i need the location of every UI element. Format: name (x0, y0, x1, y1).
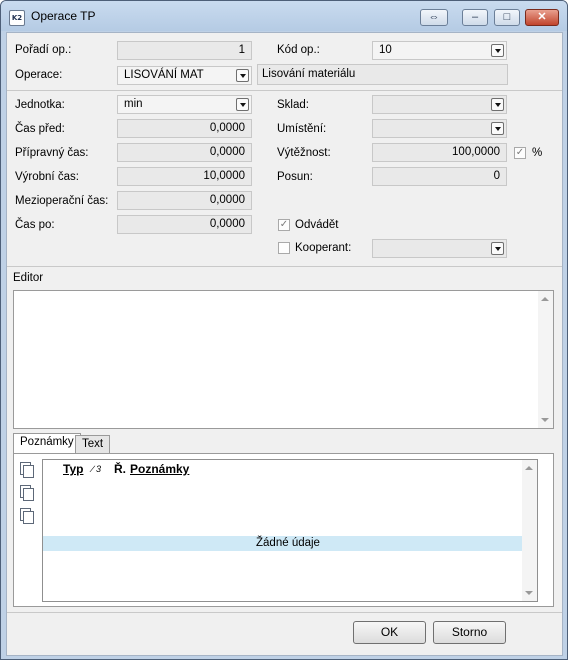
chevron-down-icon[interactable] (236, 98, 249, 111)
umisteni-label: Umístění: (277, 123, 327, 135)
close-button[interactable]: ✕ (525, 9, 559, 26)
window-title: Operace TP (31, 9, 96, 23)
vyrobni-label: Výrobní čas: (15, 171, 79, 183)
posun-label: Posun: (277, 171, 313, 183)
operace-label: Operace: (15, 69, 63, 81)
grid-scrollbar[interactable] (522, 460, 537, 601)
percent-label: % (532, 147, 543, 159)
empty-message: Žádné údaje (43, 536, 533, 551)
minimize-button[interactable]: – (462, 9, 488, 26)
sort-indicator: ∕ 3 (92, 464, 102, 474)
chevron-down-icon[interactable] (491, 44, 504, 57)
divider (7, 612, 562, 613)
sklad-select[interactable] (372, 95, 507, 114)
column-poznamky[interactable]: Poznámky (130, 462, 189, 476)
tab-text[interactable]: Text (75, 435, 111, 454)
column-typ[interactable]: Typ (63, 462, 83, 476)
vyrobni-field[interactable]: 10,0000 (117, 167, 252, 186)
editor-label: Editor (13, 272, 44, 284)
grid-header: Typ ∕ 3 Ř. Poznámky (43, 460, 524, 480)
scroll-down-icon[interactable] (541, 418, 549, 422)
operace-description: Lisování materiálu (257, 64, 508, 85)
kod-select[interactable]: 10 (372, 41, 507, 60)
editor-scrollbar[interactable] (538, 291, 553, 428)
poradi-field[interactable]: 1 (117, 41, 252, 60)
title-bar[interactable]: K2 Operace TP ⇔ – □ ✕ (1, 1, 567, 31)
editor-textarea[interactable] (13, 290, 554, 429)
chevron-down-icon[interactable] (236, 69, 249, 82)
percent-checkbox[interactable]: ✓ (514, 147, 526, 159)
restore-size-button[interactable]: ⇔ (420, 9, 448, 26)
chevron-down-icon[interactable] (491, 98, 504, 111)
maximize-button[interactable]: □ (494, 9, 520, 26)
cas-pred-label: Čas před: (15, 123, 65, 135)
operace-value: LISOVÁNÍ MAT (124, 69, 204, 81)
dialog-body: Pořadí op.: 1 Kód op.: 10 Operace: LISOV… (6, 32, 563, 656)
kod-value: 10 (379, 44, 392, 56)
posun-field[interactable]: 0 (372, 167, 507, 186)
divider (7, 90, 562, 91)
mezioperacni-field[interactable]: 0,0000 (117, 191, 252, 210)
umisteni-select[interactable] (372, 119, 507, 138)
kod-label: Kód op.: (277, 44, 320, 56)
jednotka-select[interactable]: min (117, 95, 252, 114)
dialog-window: K2 Operace TP ⇔ – □ ✕ Pořadí op.: 1 Kód … (0, 0, 568, 660)
cancel-button[interactable]: Storno (433, 621, 506, 644)
pripravny-field[interactable]: 0,0000 (117, 143, 252, 162)
new-note-icon[interactable] (20, 462, 34, 478)
tab-poznamky[interactable]: Poznámky (13, 433, 81, 454)
kooperant-checkbox[interactable] (278, 242, 290, 254)
mezioperacni-label: Mezioperační čas: (15, 195, 109, 207)
column-radek[interactable]: Ř. (114, 462, 126, 476)
jednotka-label: Jednotka: (15, 99, 65, 111)
scroll-down-icon[interactable] (525, 591, 533, 595)
kooperant-label: Kooperant: (295, 242, 352, 254)
chevron-down-icon[interactable] (491, 122, 504, 135)
jednotka-value: min (124, 98, 143, 110)
copy-note-icon[interactable] (20, 508, 34, 524)
odvadet-checkbox[interactable]: ✓ (278, 219, 290, 231)
scroll-up-icon[interactable] (525, 466, 533, 470)
pripravny-label: Přípravný čas: (15, 147, 89, 159)
scroll-up-icon[interactable] (541, 297, 549, 301)
vyteznost-label: Výtěžnost: (277, 147, 331, 159)
operace-select[interactable]: LISOVÁNÍ MAT (117, 66, 252, 85)
edit-note-icon[interactable] (20, 485, 34, 501)
ok-button[interactable]: OK (353, 621, 426, 644)
notes-grid[interactable]: Typ ∕ 3 Ř. Poznámky Žádné údaje (42, 459, 538, 602)
cas-pred-field[interactable]: 0,0000 (117, 119, 252, 138)
odvadet-label: Odvádět (295, 219, 339, 231)
chevron-down-icon[interactable] (491, 242, 504, 255)
cas-po-field[interactable]: 0,0000 (117, 215, 252, 234)
divider (7, 266, 562, 267)
vyteznost-field[interactable]: 100,0000 (372, 143, 507, 162)
sklad-label: Sklad: (277, 99, 309, 111)
cas-po-label: Čas po: (15, 219, 55, 231)
poradi-label: Pořadí op.: (15, 44, 72, 56)
app-icon: K2 (9, 10, 25, 26)
notes-panel: Typ ∕ 3 Ř. Poznámky Žádné údaje (13, 453, 554, 607)
kooperant-select[interactable] (372, 239, 507, 258)
